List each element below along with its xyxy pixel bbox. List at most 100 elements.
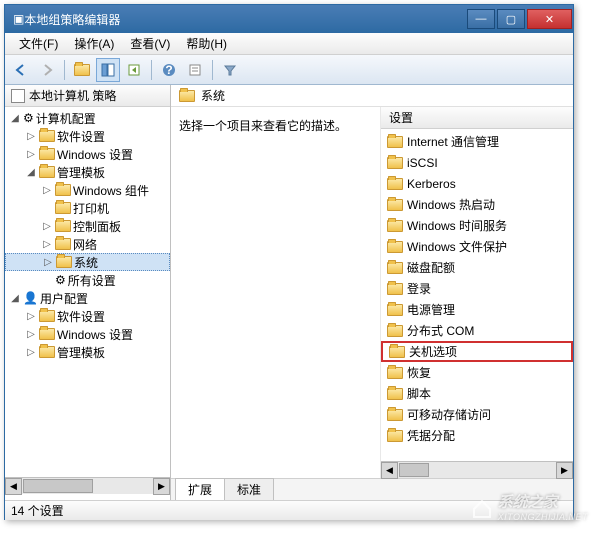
list-item[interactable]: 可移动存储访问 xyxy=(381,404,573,425)
forward-button[interactable] xyxy=(35,58,59,82)
tree-node-windows-settings[interactable]: ▷Windows 设置 xyxy=(5,145,170,163)
menu-view[interactable]: 查看(V) xyxy=(122,33,178,54)
close-button[interactable]: ✕ xyxy=(527,9,572,29)
list-item[interactable]: 磁盘配额 xyxy=(381,257,573,278)
tree-node-computer-config[interactable]: ◢⚙计算机配置 xyxy=(5,109,170,127)
toolbar-separator xyxy=(151,60,152,80)
up-button[interactable] xyxy=(70,58,94,82)
folder-icon xyxy=(387,430,403,442)
gear-icon: ⚙ xyxy=(23,111,34,125)
list-item[interactable]: Windows 文件保护 xyxy=(381,236,573,257)
expand-icon[interactable]: ▷ xyxy=(41,185,53,196)
list-item[interactable]: Kerberos xyxy=(381,173,573,194)
tree-node-network[interactable]: ▷网络 xyxy=(5,235,170,253)
tree-node-control-panel[interactable]: ▷控制面板 xyxy=(5,217,170,235)
list-item[interactable]: 恢复 xyxy=(381,362,573,383)
tree-node-user-config[interactable]: ◢👤用户配置 xyxy=(5,289,170,307)
body: 本地计算机 策略 ◢⚙计算机配置 ▷软件设置 ▷Windows 设置 ◢管理模板… xyxy=(5,85,573,500)
list-hscroll[interactable]: ◀ ▶ xyxy=(381,461,573,478)
folder-icon xyxy=(387,283,403,295)
expand-icon[interactable]: ▷ xyxy=(42,257,54,268)
list-item[interactable]: 脚本 xyxy=(381,383,573,404)
show-tree-button[interactable] xyxy=(96,58,120,82)
mmc-icon: ▣ xyxy=(13,12,24,26)
properties-button[interactable] xyxy=(183,58,207,82)
tab-standard[interactable]: 标准 xyxy=(224,478,274,500)
tree-node-admin-templates[interactable]: ◢管理模板 xyxy=(5,163,170,181)
scroll-thumb[interactable] xyxy=(23,479,93,493)
expand-icon[interactable]: ▷ xyxy=(41,239,53,250)
folder-icon xyxy=(387,367,403,379)
collapse-icon[interactable]: ◢ xyxy=(9,293,21,304)
scroll-thumb[interactable] xyxy=(399,463,429,477)
help-button[interactable]: ? xyxy=(157,58,181,82)
toolbar-separator xyxy=(64,60,65,80)
expand-icon[interactable]: ▷ xyxy=(25,149,37,160)
menu-help[interactable]: 帮助(H) xyxy=(178,33,235,54)
toolbar-separator xyxy=(212,60,213,80)
gpedit-window: ▣ 本地组策略编辑器 — ▢ ✕ 文件(F) 操作(A) 查看(V) 帮助(H)… xyxy=(4,4,574,520)
tree-node-u-windows[interactable]: ▷Windows 设置 xyxy=(5,325,170,343)
expand-icon[interactable]: ▷ xyxy=(25,347,37,358)
menu-action[interactable]: 操作(A) xyxy=(66,33,122,54)
tree-hscroll[interactable]: ◀ ▶ xyxy=(5,477,170,494)
folder-icon xyxy=(387,136,403,148)
list-item[interactable]: Windows 热启动 xyxy=(381,194,573,215)
scroll-right-icon[interactable]: ▶ xyxy=(556,462,573,479)
tree[interactable]: ◢⚙计算机配置 ▷软件设置 ▷Windows 设置 ◢管理模板 ▷Windows… xyxy=(5,107,170,477)
policy-icon xyxy=(11,89,25,103)
tree-node-all-settings[interactable]: ⚙所有设置 xyxy=(5,271,170,289)
tree-node-software[interactable]: ▷软件设置 xyxy=(5,127,170,145)
list-item[interactable]: 凭据分配 xyxy=(381,425,573,446)
expand-icon[interactable]: ▷ xyxy=(25,329,37,340)
folder-icon xyxy=(55,202,71,214)
list-header-setting[interactable]: 设置 xyxy=(381,107,573,129)
tab-extended[interactable]: 扩展 xyxy=(175,478,225,500)
list-item[interactable]: 登录 xyxy=(381,278,573,299)
folder-icon xyxy=(55,184,71,196)
export-button[interactable] xyxy=(122,58,146,82)
list-item[interactable]: 电源管理 xyxy=(381,299,573,320)
collapse-icon[interactable]: ◢ xyxy=(25,167,37,178)
tree-node-printers[interactable]: 打印机 xyxy=(5,199,170,217)
folder-icon xyxy=(387,220,403,232)
view-tabs: 扩展 标准 xyxy=(171,478,573,500)
tree-node-windows-components[interactable]: ▷Windows 组件 xyxy=(5,181,170,199)
list-item[interactable]: iSCSI xyxy=(381,152,573,173)
expand-icon[interactable]: ▷ xyxy=(25,311,37,322)
expand-icon[interactable]: ▷ xyxy=(25,131,37,142)
tree-node-system[interactable]: ▷系统 xyxy=(5,253,170,271)
description-pane: 选择一个项目来查看它的描述。 xyxy=(171,107,381,478)
tree-root-label: 本地计算机 策略 xyxy=(29,87,116,104)
list-item-highlighted[interactable]: 关机选项 xyxy=(381,341,573,362)
svg-text:?: ? xyxy=(165,63,172,77)
folder-icon xyxy=(387,199,403,211)
location-label: 系统 xyxy=(201,87,225,104)
folder-icon xyxy=(389,346,405,358)
filter-button[interactable] xyxy=(218,58,242,82)
maximize-button[interactable]: ▢ xyxy=(497,9,525,29)
scroll-left-icon[interactable]: ◀ xyxy=(381,462,398,479)
user-icon: 👤 xyxy=(23,291,38,305)
description-prompt: 选择一个项目来查看它的描述。 xyxy=(179,117,372,134)
list-item[interactable]: Windows 时间服务 xyxy=(381,215,573,236)
menu-file[interactable]: 文件(F) xyxy=(11,33,66,54)
back-button[interactable] xyxy=(9,58,33,82)
scroll-left-icon[interactable]: ◀ xyxy=(5,478,22,495)
folder-icon xyxy=(39,166,55,178)
content: 选择一个项目来查看它的描述。 设置 Internet 通信管理 iSCSI Ke… xyxy=(171,107,573,478)
tree-node-u-software[interactable]: ▷软件设置 xyxy=(5,307,170,325)
scroll-right-icon[interactable]: ▶ xyxy=(153,478,170,495)
folder-icon xyxy=(387,157,403,169)
collapse-icon[interactable]: ◢ xyxy=(9,113,21,124)
minimize-button[interactable]: — xyxy=(467,9,495,29)
folder-icon xyxy=(387,241,403,253)
folder-icon xyxy=(179,90,195,102)
list-item[interactable]: 分布式 COM xyxy=(381,320,573,341)
folder-icon xyxy=(55,238,71,250)
settings-list[interactable]: Internet 通信管理 iSCSI Kerberos Windows 热启动… xyxy=(381,129,573,461)
folder-icon xyxy=(39,130,55,142)
expand-icon[interactable]: ▷ xyxy=(41,221,53,232)
list-item[interactable]: Internet 通信管理 xyxy=(381,131,573,152)
tree-node-u-admin[interactable]: ▷管理模板 xyxy=(5,343,170,361)
